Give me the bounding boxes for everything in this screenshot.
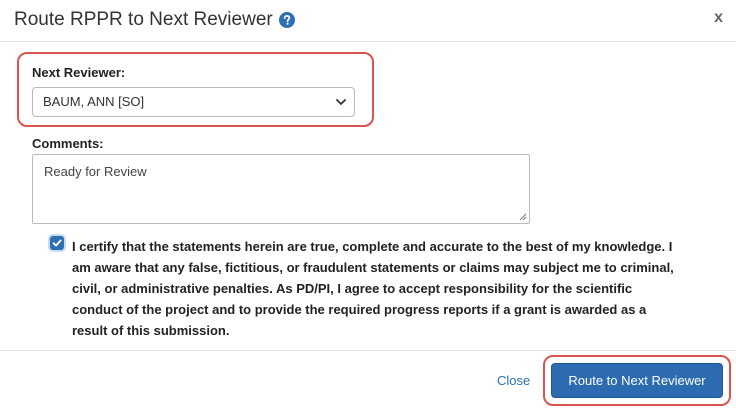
close-link[interactable]: Close — [497, 373, 530, 388]
chevron-down-icon — [336, 99, 346, 105]
modal-title: Route RPPR to Next Reviewer — [14, 9, 295, 31]
close-icon[interactable]: x — [714, 10, 723, 26]
comments-text: Ready for Review — [44, 164, 147, 179]
modal-header: Route RPPR to Next Reviewer x — [0, 0, 736, 42]
modal-title-text: Route RPPR to Next Reviewer — [14, 9, 273, 30]
question-circle-icon[interactable] — [278, 12, 295, 28]
certify-checkbox[interactable] — [50, 236, 64, 250]
comments-label: Comments: — [32, 136, 104, 151]
certification-text: I certify that the statements herein are… — [72, 239, 674, 338]
route-to-next-reviewer-button[interactable]: Route to Next Reviewer — [551, 363, 723, 398]
next-reviewer-select[interactable]: BAUM, ANN [SO] — [32, 87, 355, 117]
checkmark-icon — [52, 239, 62, 247]
next-reviewer-label: Next Reviewer: — [32, 65, 126, 80]
resize-grip-icon[interactable] — [519, 213, 527, 221]
next-reviewer-selected-value: BAUM, ANN [SO] — [43, 94, 145, 109]
comments-textarea[interactable]: Ready for Review — [32, 154, 530, 224]
